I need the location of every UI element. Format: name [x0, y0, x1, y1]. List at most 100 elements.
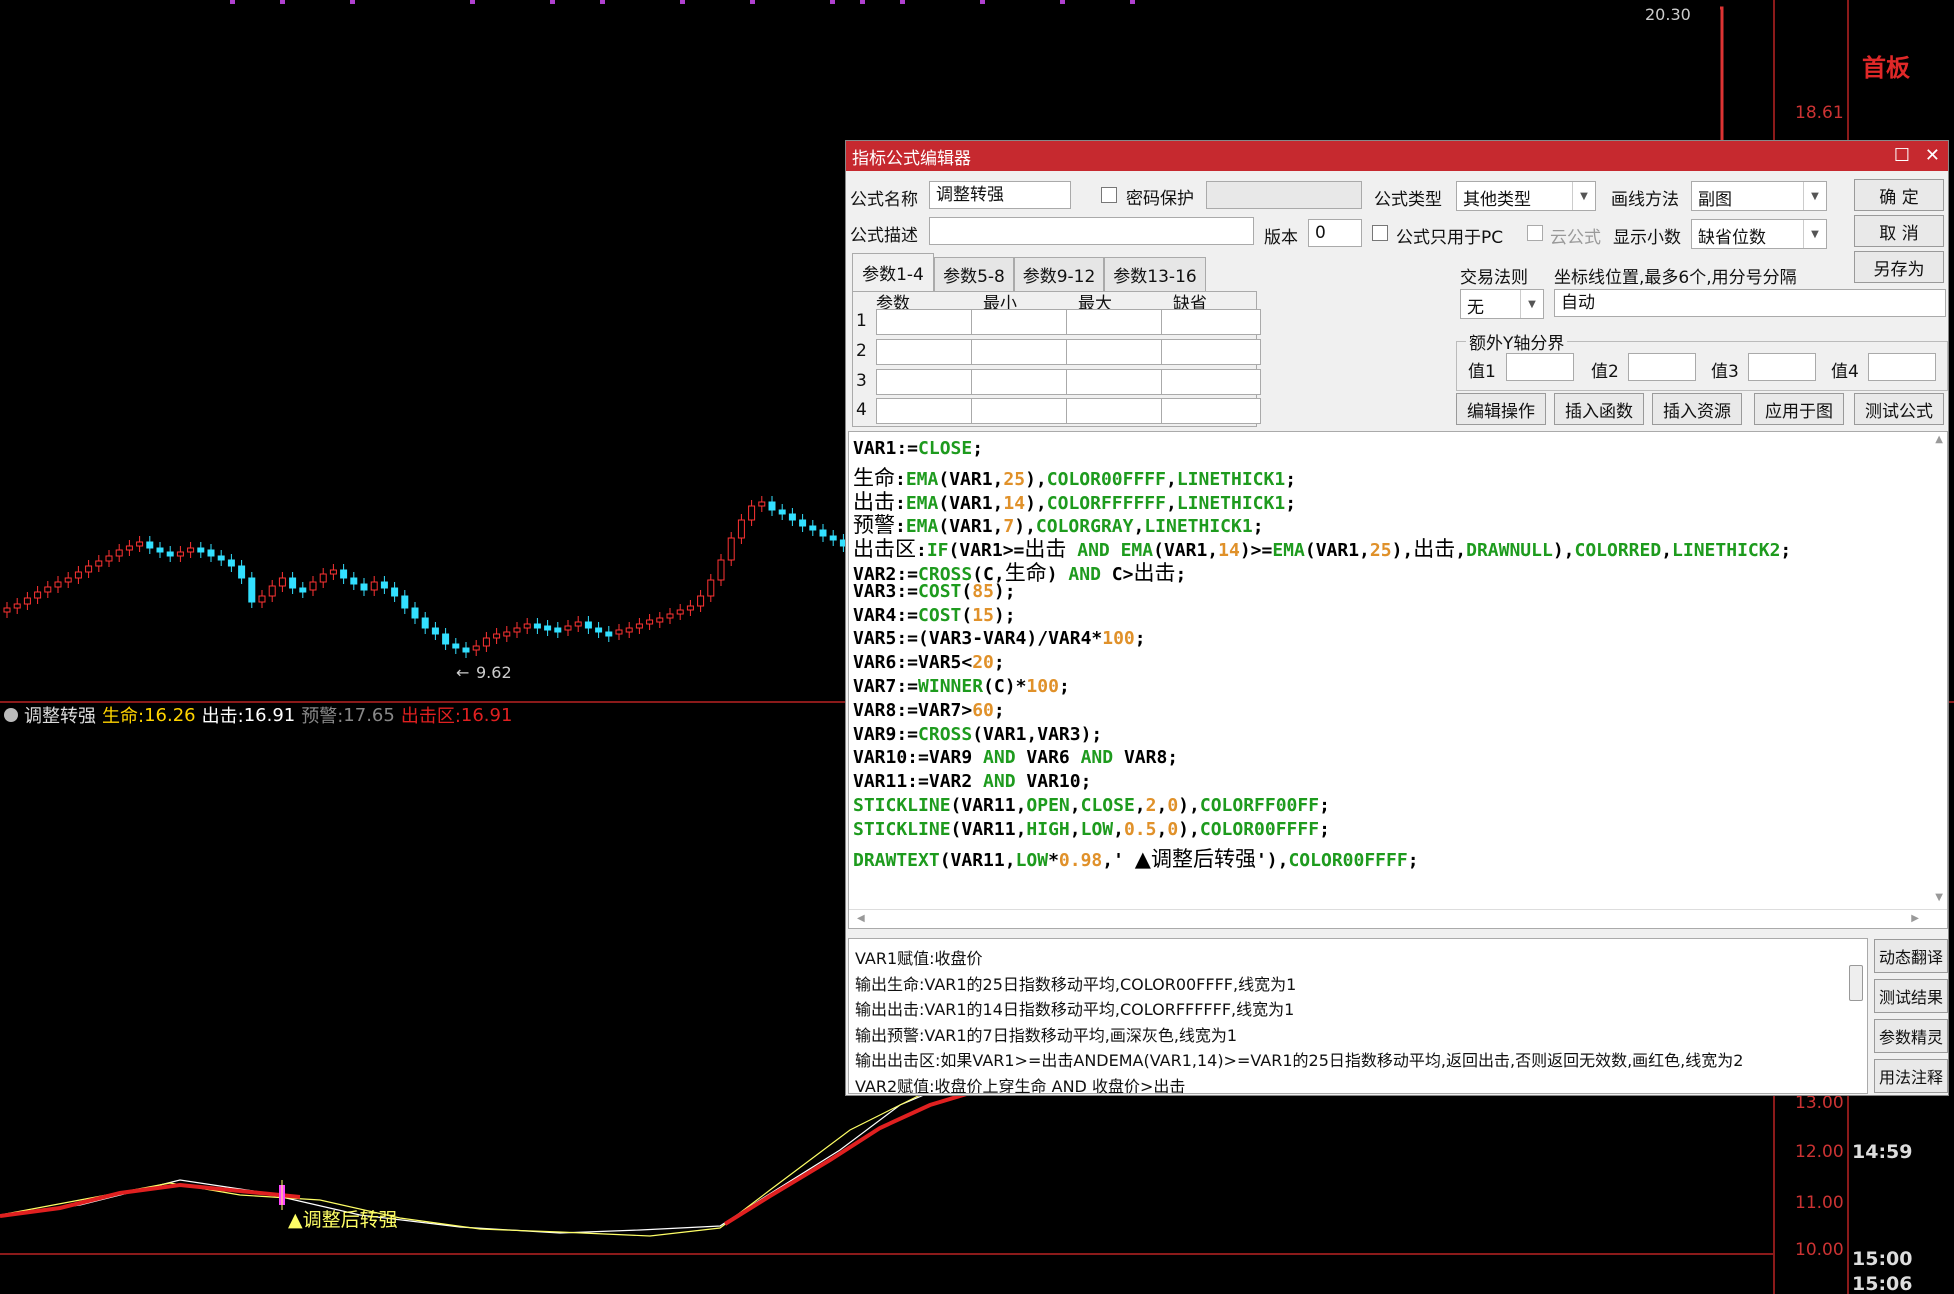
tab-params-13-16[interactable]: 参数13-16 [1104, 257, 1206, 291]
y-value-input-1[interactable] [1506, 353, 1574, 381]
code-token: HIGH [1026, 818, 1070, 840]
formula-desc-input[interactable] [929, 217, 1254, 245]
strike-label: 出击: [201, 706, 244, 727]
param-cell[interactable] [1161, 398, 1261, 424]
param-cell[interactable] [971, 339, 1071, 365]
save-as-button[interactable]: 另存为 [1854, 251, 1944, 283]
draw-method-select[interactable]: 副图 ▼ [1691, 181, 1827, 211]
pc-only-checkbox[interactable] [1372, 225, 1388, 241]
chevron-down-icon: ▼ [1803, 220, 1826, 248]
code-token: )>= [1239, 540, 1273, 562]
signal-text: ▲调整后转强 [288, 1209, 398, 1231]
tab-params-9-12[interactable]: 参数9-12 [1014, 257, 1104, 291]
code-token: ; [1407, 849, 1419, 871]
insert-function-button[interactable]: 插入函数 [1554, 393, 1644, 425]
password-label: 密码保护 [1126, 189, 1194, 209]
code-token: VAR4:= [853, 604, 919, 626]
code-token: AND [983, 771, 1016, 793]
warn-label: 预警: [301, 706, 344, 727]
editor-scroll-down-icon[interactable]: ▼ [1935, 892, 1943, 903]
code-token: COLORFF00FF [1199, 795, 1320, 816]
version-label: 版本 [1264, 228, 1298, 248]
dialog-titlebar[interactable]: 指标公式编辑器 ☐ ✕ [846, 141, 1948, 171]
code-token: , [1156, 795, 1168, 816]
axis-pos-input[interactable]: 自动 [1554, 289, 1946, 317]
code-token: AND [983, 747, 1016, 769]
code-token: AND [1080, 747, 1114, 769]
trade-rule-select[interactable]: 无 ▼ [1460, 289, 1544, 319]
test-formula-button[interactable]: 测试公式 [1854, 393, 1944, 425]
scroll-left-icon[interactable]: ◀ [857, 913, 865, 924]
show-decimal-select[interactable]: 缺省位数 ▼ [1691, 219, 1827, 249]
apply-to-chart-button[interactable]: 应用于图 [1754, 393, 1844, 425]
explain-line: VAR2赋值:收盘价上穿生命 AND 收盘价>出击 [855, 1076, 1186, 1094]
formula-type-value: 其他类型 [1463, 190, 1531, 210]
param-cell[interactable] [876, 309, 976, 335]
param-cell[interactable] [1161, 339, 1261, 365]
y-value-input-4[interactable] [1868, 353, 1936, 381]
dynamic-translate-button[interactable]: 动态翻译 [1874, 939, 1948, 973]
param-wizard-button[interactable]: 参数精灵 [1874, 1019, 1948, 1053]
explain-scrollbar-thumb[interactable] [1849, 965, 1863, 1001]
code-token: 25 [1369, 540, 1392, 562]
code-token: CLOSE [918, 438, 973, 459]
price-axis-label: 18.61 [1795, 103, 1844, 123]
ok-button[interactable]: 确 定 [1854, 179, 1944, 211]
test-result-button[interactable]: 测试结果 [1874, 979, 1948, 1013]
password-input[interactable] [1206, 181, 1362, 209]
formula-name-input[interactable]: 调整转强 [929, 181, 1071, 209]
code-token: WINNER [918, 676, 984, 697]
editor-scroll-up-icon[interactable]: ▲ [1935, 434, 1943, 445]
insert-resource-button[interactable]: 插入资源 [1652, 393, 1742, 425]
formula-explanation[interactable]: VAR1赋值:收盘价 输出生命:VAR1的25日指数移动平均,COLOR00FFF… [848, 938, 1868, 1094]
maximize-icon[interactable]: ☐ [1894, 145, 1910, 166]
param-cell[interactable] [971, 309, 1071, 335]
param-cell[interactable] [1161, 369, 1261, 395]
editor-hscrollbar[interactable]: ◀ ▶ [849, 909, 1947, 928]
param-cell[interactable] [1066, 339, 1166, 365]
password-checkbox[interactable] [1101, 187, 1117, 203]
code-token: VAR8:=VAR7> [853, 699, 973, 721]
cancel-button[interactable]: 取 消 [1854, 215, 1944, 247]
code-token: ; [1058, 676, 1070, 697]
code-token: , [1134, 795, 1146, 816]
param-row-number: 2 [856, 341, 867, 361]
code-token: ; [972, 438, 984, 459]
param-row-number: 3 [856, 371, 867, 391]
edit-operation-button[interactable]: 编辑操作 [1456, 393, 1546, 425]
param-cell[interactable] [971, 398, 1071, 424]
scroll-right-icon[interactable]: ▶ [1911, 913, 1919, 924]
code-token: , [1069, 795, 1081, 816]
code-token: , [1661, 540, 1673, 562]
param-cell[interactable] [971, 369, 1071, 395]
y-value-input-3[interactable] [1748, 353, 1816, 381]
param-cell[interactable] [1161, 309, 1261, 335]
param-cell[interactable] [1066, 369, 1166, 395]
code-token: ; [1285, 492, 1297, 514]
time-label: 15:00 [1852, 1248, 1912, 1270]
strike-zone-line [0, 1182, 301, 1218]
price-axis-label: 11.00 [1795, 1193, 1844, 1213]
param-cell[interactable] [876, 339, 976, 365]
code-line: VAR1:=CLOSE; [853, 438, 983, 459]
usage-notes-button[interactable]: 用法注释 [1874, 1059, 1948, 1093]
explain-line: 输出预警:VAR1的7日指数移动平均,画深灰色,线宽为1 [855, 1025, 1238, 1045]
param-cell[interactable] [1066, 309, 1166, 335]
code-token: (C)* [983, 676, 1027, 697]
indicator-toggle-icon[interactable] [4, 708, 18, 722]
formula-type-select[interactable]: 其他类型 ▼ [1456, 181, 1596, 211]
code-line: VAR6:=VAR5<20; [853, 652, 1005, 673]
tab-params-1-4[interactable]: 参数1-4 [852, 253, 934, 291]
formula-code-editor[interactable]: ▲ ▼ ◀ ▶ VAR1:=CLOSE; 生命:EMA(VAR1,25),COLO… [848, 431, 1948, 929]
version-input[interactable]: 0 [1308, 219, 1362, 247]
tab-params-5-8[interactable]: 参数5-8 [934, 257, 1014, 291]
code-token: COST [918, 580, 962, 602]
param-cell[interactable] [876, 398, 976, 424]
cloud-checkbox[interactable] [1527, 225, 1543, 241]
code-token: COST [918, 604, 962, 626]
param-cell[interactable] [876, 369, 976, 395]
y-value-input-2[interactable] [1628, 353, 1696, 381]
close-icon[interactable]: ✕ [1925, 145, 1940, 166]
param-cell[interactable] [1066, 398, 1166, 424]
code-line: VAR10:=VAR9 AND VAR6 AND VAR8; [853, 747, 1178, 768]
